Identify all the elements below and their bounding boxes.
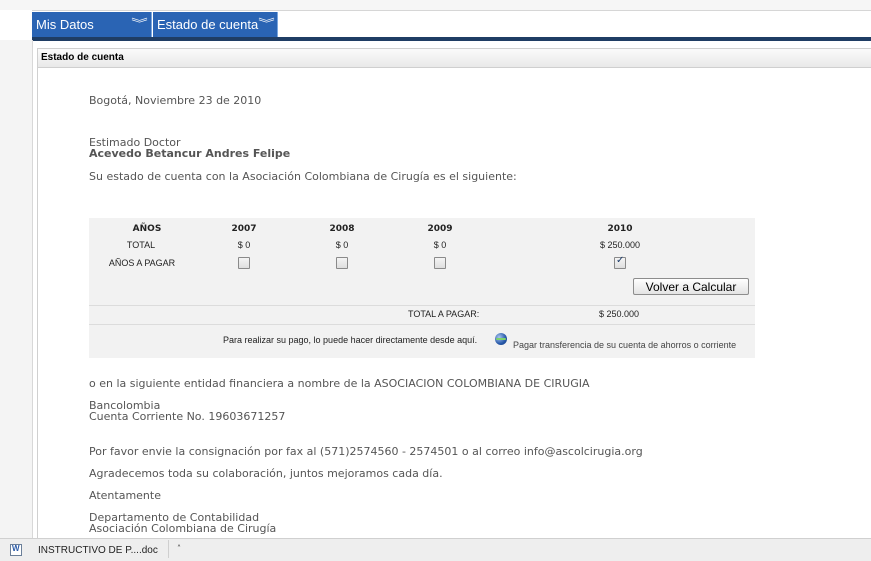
- bank-account: Cuenta Corriente No. 19603671257: [89, 410, 286, 423]
- double-chevron-down-icon: ︾: [131, 18, 148, 30]
- download-item-separator: [168, 540, 169, 558]
- download-item-label[interactable]: INSTRUCTIVO DE P....doc: [38, 545, 158, 556]
- left-gutter: [0, 40, 32, 538]
- pay-2009-checkbox[interactable]: [434, 257, 446, 269]
- header-2007: 2007: [231, 224, 257, 234]
- chevron-up-icon[interactable]: ˄: [177, 544, 181, 553]
- table-divider: [89, 324, 755, 325]
- table-divider: [89, 305, 755, 306]
- bank-text: o en la siguiente entidad financiera a n…: [89, 377, 590, 390]
- panel-header: Estado de cuenta: [38, 49, 871, 68]
- top-gap: [0, 0, 871, 10]
- header-anos: AÑOS: [132, 224, 162, 234]
- total-2009: $ 0: [433, 240, 447, 250]
- word-document-icon: [10, 544, 22, 556]
- letter-date: Bogotá, Noviembre 23 de 2010: [89, 94, 262, 107]
- panel-title: Estado de cuenta: [41, 52, 124, 63]
- member-name: Acevedo Betancur Andres Felipe: [89, 147, 291, 160]
- top-menu-bar: Mis Datos ︾ Estado de cuenta ︾: [32, 10, 871, 41]
- menu-mis-datos[interactable]: Mis Datos ︾: [32, 12, 152, 37]
- payment-note: Para realizar su pago, lo puede hacer di…: [223, 335, 478, 345]
- regards-text: Atentamente: [89, 489, 161, 502]
- organization-text: Asociación Colombiana de Cirugía: [89, 522, 277, 535]
- total-2008: $ 0: [335, 240, 349, 250]
- total-a-pagar-label: TOTAL A PAGAR:: [408, 309, 480, 319]
- pay-2008-checkbox[interactable]: [336, 257, 348, 269]
- menu-underline: [32, 37, 871, 41]
- total-2010: $ 250.000: [599, 240, 641, 250]
- thanks-text: Agradecemos toda su colaboración, juntos…: [89, 467, 443, 480]
- transfer-link[interactable]: Pagar transferencia de su cuenta de ahor…: [513, 340, 736, 350]
- total-2007: $ 0: [237, 240, 251, 250]
- total-label: TOTAL: [126, 240, 156, 250]
- total-a-pagar-value: $ 250.000: [599, 309, 640, 319]
- header-2009: 2009: [427, 224, 453, 234]
- fax-instructions: Por favor envie la consignación por fax …: [89, 445, 643, 458]
- pay-2010-checkbox[interactable]: [614, 255, 626, 269]
- double-chevron-down-icon: ︾: [258, 18, 275, 30]
- header-2010: 2010: [607, 224, 633, 234]
- menu-estado-de-cuenta[interactable]: Estado de cuenta ︾: [153, 12, 278, 37]
- pay-2007-checkbox[interactable]: [238, 257, 250, 269]
- menu-mis-datos-label: Mis Datos: [36, 17, 94, 32]
- left-border: [32, 40, 33, 538]
- menu-estado-de-cuenta-label: Estado de cuenta: [157, 17, 259, 32]
- globe-icon[interactable]: [495, 333, 507, 345]
- letter-intro: Su estado de cuenta con la Asociación Co…: [89, 170, 517, 183]
- recalculate-button[interactable]: Volver a Calcular: [633, 278, 749, 295]
- pay-years-label: AÑOS A PAGAR: [108, 258, 176, 268]
- header-2008: 2008: [329, 224, 355, 234]
